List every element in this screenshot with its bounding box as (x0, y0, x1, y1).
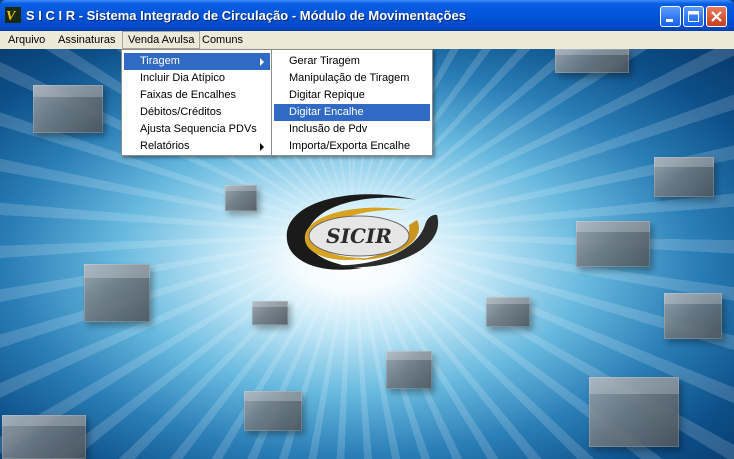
menu-item-label: Gerar Tiragem (289, 55, 360, 67)
menu-item-label: Digitar Repique (289, 89, 365, 101)
submenu-arrow-icon (260, 58, 264, 66)
menu-item-label: Incluir Dia Atípico (140, 72, 225, 84)
menu-item-faixas-de-encalhes[interactable]: Faixas de Encalhes (124, 87, 270, 104)
sicir-logo: SICIR (286, 194, 439, 270)
menu-item-manipulacao-de-tiragem[interactable]: Manipulação de Tiragem (274, 70, 430, 87)
menu-assinaturas[interactable]: Assinaturas (53, 31, 120, 49)
menu-item-inclusao-de-pdv[interactable]: Inclusão de Pdv (274, 121, 430, 138)
menu-item-gerar-tiragem[interactable]: Gerar Tiragem (274, 53, 430, 70)
tiragem-submenu: Gerar Tiragem Manipulação de Tiragem Dig… (271, 49, 433, 156)
menu-item-ajusta-sequencia-pdvs[interactable]: Ajusta Sequencia PDVs (124, 121, 270, 138)
menu-item-label: Relatórios (140, 140, 190, 152)
menu-item-label: Tiragem (140, 55, 180, 67)
cube-decoration (555, 49, 629, 73)
title-bar[interactable]: V S I C I R - Sistema Integrado de Circu… (0, 0, 734, 31)
cube-decoration (576, 221, 650, 267)
menu-item-label: Inclusão de Pdv (289, 123, 368, 135)
close-button[interactable] (706, 6, 727, 27)
cube-decoration (486, 297, 530, 327)
menu-item-debitos-creditos[interactable]: Débitos/Créditos (124, 104, 270, 121)
menu-item-tiragem[interactable]: Tiragem (124, 53, 270, 70)
window-title: S I C I R - Sistema Integrado de Circula… (26, 8, 466, 23)
menu-item-digitar-encalhe[interactable]: Digitar Encalhe (274, 104, 430, 121)
cube-decoration (664, 293, 722, 339)
menu-arquivo[interactable]: Arquivo (3, 31, 50, 49)
close-icon (711, 11, 722, 22)
cube-decoration (589, 377, 679, 447)
menu-item-label: Importa/Exporta Encalhe (289, 140, 411, 152)
menu-item-importa-exporta-encalhe[interactable]: Importa/Exporta Encalhe (274, 138, 430, 155)
cube-decoration (252, 301, 288, 325)
submenu-arrow-icon (260, 143, 264, 151)
menu-item-label: Débitos/Créditos (140, 106, 222, 118)
maximize-icon (688, 11, 699, 22)
maximize-button[interactable] (683, 6, 704, 27)
menu-item-digitar-repique[interactable]: Digitar Repique (274, 87, 430, 104)
menu-item-relatorios[interactable]: Relatórios (124, 138, 270, 155)
menu-venda-avulsa[interactable]: Venda Avulsa (122, 31, 201, 49)
cube-decoration (2, 415, 86, 459)
cube-decoration (33, 85, 103, 133)
cube-decoration (225, 185, 257, 211)
sicir-app-icon: V (5, 7, 21, 23)
minimize-button[interactable] (660, 6, 681, 27)
minimize-icon (666, 19, 673, 22)
cube-decoration (84, 264, 150, 322)
cube-decoration (654, 157, 714, 197)
menu-bar: Arquivo Assinaturas Venda Avulsa Comuns (0, 31, 734, 50)
venda-avulsa-menu: Tiragem Incluir Dia Atípico Faixas de En… (121, 49, 273, 156)
menu-item-label: Digitar Encalhe (289, 106, 364, 118)
menu-item-label: Manipulação de Tiragem (289, 72, 410, 84)
menu-item-incluir-dia-atipico[interactable]: Incluir Dia Atípico (124, 70, 270, 87)
cube-decoration (244, 391, 302, 431)
menu-item-label: Ajusta Sequencia PDVs (140, 123, 257, 135)
menu-item-label: Faixas de Encalhes (140, 89, 236, 101)
menu-comuns[interactable]: Comuns (197, 31, 248, 49)
logo-text: SICIR (326, 224, 392, 248)
cube-decoration (386, 351, 432, 389)
